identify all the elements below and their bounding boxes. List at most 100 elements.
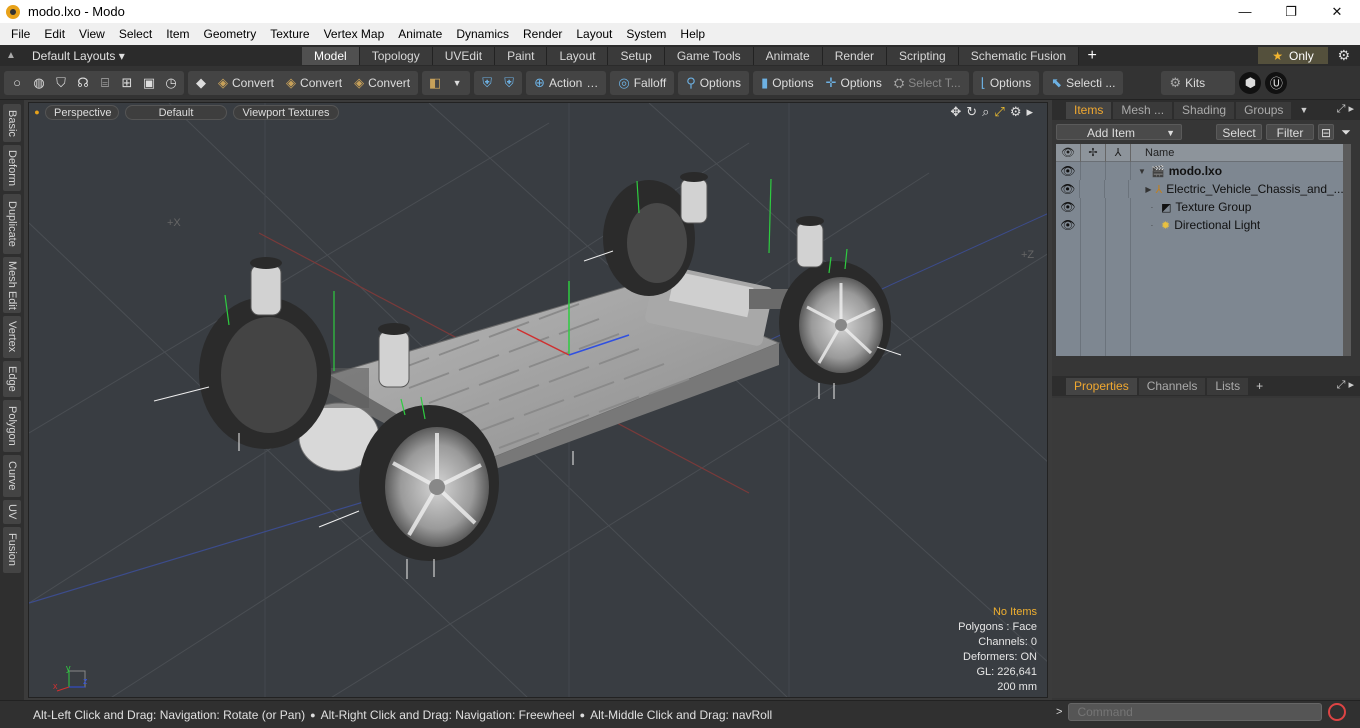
tab-shading[interactable]: Shading bbox=[1174, 101, 1235, 119]
panel-expand-icon[interactable]: ⤢ ▸ bbox=[1337, 378, 1354, 392]
vtab-edge[interactable]: Edge bbox=[3, 361, 21, 397]
panel-expand-icon[interactable]: ⤢ ▸ bbox=[1337, 102, 1354, 116]
tab-lists[interactable]: Lists bbox=[1207, 377, 1249, 395]
align-icon[interactable]: ⌸ bbox=[94, 72, 116, 94]
unity-icon[interactable]: ⬢ bbox=[1239, 71, 1262, 94]
gear-icon[interactable]: ⚙ bbox=[1337, 47, 1350, 64]
add-item-button[interactable]: Add Item ▼ bbox=[1056, 124, 1182, 140]
rotate-icon[interactable]: ↻ bbox=[966, 104, 977, 120]
menu-texture[interactable]: Texture bbox=[263, 27, 316, 41]
item-row-mesh[interactable]: 👁 ▶ ⅄ Electric_Vehicle_Chassis_and_... bbox=[1056, 180, 1343, 198]
tab-items[interactable]: Items bbox=[1066, 101, 1112, 119]
tab-model[interactable]: Model bbox=[302, 46, 360, 65]
menu-geometry[interactable]: Geometry bbox=[197, 27, 264, 41]
item-mode-icon[interactable]: ◆ bbox=[190, 72, 212, 94]
item-row-scene[interactable]: 👁 ▼ 🎬 modo.lxo bbox=[1056, 162, 1343, 180]
workplane-options-button[interactable]: ▮ Options bbox=[755, 72, 820, 94]
tab-animate[interactable]: Animate bbox=[753, 46, 823, 65]
maximize-button[interactable]: ❐ bbox=[1268, 0, 1314, 23]
pan-icon[interactable]: ✥ bbox=[950, 104, 961, 120]
menu-help[interactable]: Help bbox=[673, 27, 712, 41]
filter-button[interactable]: Filter bbox=[1266, 124, 1314, 140]
menu-edit[interactable]: Edit bbox=[37, 27, 72, 41]
menu-animate[interactable]: Animate bbox=[391, 27, 449, 41]
expand-down-icon[interactable]: ▼ bbox=[1137, 167, 1147, 176]
vtab-polygon[interactable]: Polygon bbox=[3, 400, 21, 452]
falloff-button[interactable]: ◎ Falloff bbox=[612, 72, 672, 94]
eye-icon[interactable]: 👁 bbox=[1056, 180, 1081, 198]
lock-column-icon[interactable]: ✢ bbox=[1081, 143, 1106, 162]
clock-icon[interactable]: ◷ bbox=[160, 72, 182, 94]
select-through-button[interactable]: ⛭ Select T... bbox=[888, 72, 967, 94]
action-center-button[interactable]: ⊕ Action… bbox=[528, 72, 604, 94]
visibility-column-icon[interactable]: 👁 bbox=[1056, 143, 1081, 162]
layout-select[interactable]: Default Layouts ▾ bbox=[32, 49, 302, 63]
vtab-uv[interactable]: UV bbox=[3, 500, 21, 524]
vtab-vertex[interactable]: Vertex bbox=[3, 316, 21, 358]
eye-icon[interactable]: 👁 bbox=[1056, 216, 1081, 234]
tab-scripting[interactable]: Scripting bbox=[887, 46, 959, 65]
command-input[interactable] bbox=[1068, 703, 1323, 721]
add-tab-button[interactable]: + bbox=[1079, 47, 1105, 65]
eye-icon[interactable]: 👁 bbox=[1056, 162, 1081, 180]
funnel-icon[interactable]: ⏷ bbox=[1338, 124, 1354, 140]
menu-view[interactable]: View bbox=[72, 27, 112, 41]
snapping-options-button[interactable]: ⚲ Options bbox=[680, 72, 747, 94]
3d-viewport[interactable]: y x z +X +Z ● Perspective Default Viewpo… bbox=[28, 102, 1048, 698]
menu-render[interactable]: Render bbox=[516, 27, 569, 41]
items-scrollbar[interactable] bbox=[1343, 144, 1351, 356]
select-globe-icon[interactable]: ◍ bbox=[28, 72, 50, 94]
viewport-expand-icon[interactable]: ▸ bbox=[1026, 104, 1033, 120]
shield-icon[interactable]: ⛨ bbox=[476, 72, 498, 94]
menu-item[interactable]: Item bbox=[159, 27, 196, 41]
tab-groups[interactable]: Groups bbox=[1236, 101, 1292, 119]
view-mode-select[interactable]: Perspective bbox=[45, 104, 119, 120]
select-circle-icon[interactable]: ○ bbox=[6, 72, 28, 94]
frame-icon[interactable]: ▣ bbox=[138, 72, 160, 94]
pen-icon[interactable]: ⛉ bbox=[50, 72, 72, 94]
tab-setup[interactable]: Setup bbox=[608, 46, 665, 65]
center-icon[interactable]: ⊞ bbox=[116, 72, 138, 94]
layout-collapse-icon[interactable]: ▲ bbox=[0, 50, 22, 61]
tab-schematic-fusion[interactable]: Schematic Fusion bbox=[958, 46, 1080, 65]
viewport-menu-dot[interactable]: ● bbox=[29, 107, 45, 117]
tab-render[interactable]: Render bbox=[822, 46, 888, 65]
tab-game-tools[interactable]: Game Tools bbox=[664, 46, 754, 65]
dropdown-icon[interactable]: ▼ bbox=[446, 72, 468, 94]
pose-column-icon[interactable]: ⅄ bbox=[1106, 143, 1131, 162]
zoom-icon[interactable]: ⌕ bbox=[982, 104, 989, 120]
item-row-texture-group[interactable]: 👁 · ◩ Texture Group bbox=[1056, 198, 1343, 216]
viewport-textures-select[interactable]: Viewport Textures bbox=[233, 104, 339, 120]
shield-alt-icon[interactable]: ⛨ bbox=[498, 72, 520, 94]
vtab-curve[interactable]: Curve bbox=[3, 455, 21, 497]
kits-button[interactable]: ⚙ Kits bbox=[1163, 72, 1233, 94]
record-macro-icon[interactable] bbox=[1328, 703, 1347, 721]
name-column-header[interactable]: Name bbox=[1131, 147, 1174, 159]
material-cube-icon[interactable]: ◧ bbox=[424, 72, 446, 94]
collapse-icon[interactable]: ⊟ bbox=[1318, 124, 1334, 140]
lasso-icon[interactable]: ☊ bbox=[72, 72, 94, 94]
tab-layout[interactable]: Layout bbox=[547, 46, 609, 65]
tab-properties[interactable]: Properties bbox=[1066, 377, 1137, 395]
convert-polygons-button[interactable]: ◈ Convert bbox=[348, 72, 416, 94]
command-arrow-icon[interactable]: > bbox=[1056, 706, 1062, 718]
only-toggle[interactable]: ★ Only bbox=[1258, 47, 1328, 64]
menu-layout[interactable]: Layout bbox=[569, 27, 619, 41]
vtab-duplicate[interactable]: Duplicate bbox=[3, 194, 21, 254]
eye-icon[interactable]: 👁 bbox=[1056, 198, 1081, 216]
tab-topology[interactable]: Topology bbox=[359, 46, 433, 65]
convert-edges-button[interactable]: ◈ Convert bbox=[280, 72, 348, 94]
close-button[interactable]: ✕ bbox=[1314, 0, 1360, 23]
fit-icon[interactable]: ⤢ bbox=[994, 104, 1004, 120]
convert-vertices-button[interactable]: ◈ Convert bbox=[212, 72, 280, 94]
select-button[interactable]: Select bbox=[1216, 124, 1262, 140]
unreal-icon[interactable]: Ⓤ bbox=[1265, 71, 1288, 94]
expand-right-icon[interactable]: ▶ bbox=[1145, 185, 1151, 194]
vtab-mesh-edit[interactable]: Mesh Edit bbox=[3, 257, 21, 313]
vtab-basic[interactable]: Basic bbox=[3, 104, 21, 142]
menu-dynamics[interactable]: Dynamics bbox=[449, 27, 516, 41]
viewport-settings-icon[interactable]: ⚙ bbox=[1010, 104, 1022, 120]
tab-channels[interactable]: Channels bbox=[1138, 377, 1206, 395]
vtab-deform[interactable]: Deform bbox=[3, 145, 21, 191]
item-row-directional-light[interactable]: 👁 · ✹ Directional Light bbox=[1056, 216, 1343, 234]
